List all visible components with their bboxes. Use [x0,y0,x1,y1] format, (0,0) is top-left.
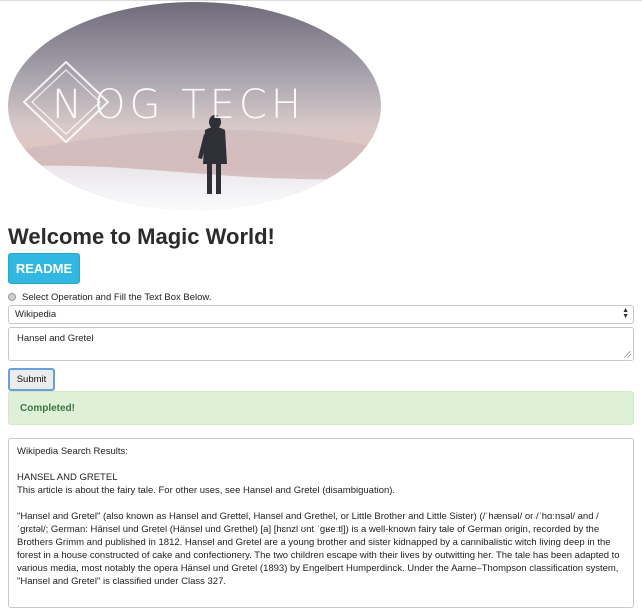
article-title: HANSEL AND GRETEL [17,472,118,483]
radio-icon[interactable] [8,293,16,301]
top-border [0,0,642,1]
brand-letter: N [52,82,82,128]
brand-wordmark: OG TECH [94,82,305,128]
status-alert: Completed! [8,391,634,425]
operation-select-value: Wikipedia [15,309,57,320]
results-panel[interactable]: Wikipedia Search Results: HANSEL AND GRE… [8,438,634,608]
query-value: Hansel and Gretel [17,333,94,344]
article-paragraph: "Hansel and Gretel" (also known as Hanse… [17,511,620,587]
operation-instruction: Select Operation and Fill the Text Box B… [22,291,212,303]
brand-rest: OG TECH [94,82,305,128]
article-hatnote: This article is about the fairy tale. Fo… [17,485,396,496]
results-heading: Wikipedia Search Results: [17,446,128,457]
operation-select[interactable]: Wikipedia ▲ ▼ [8,305,634,324]
submit-button[interactable]: Submit [8,368,55,391]
query-textarea[interactable]: Hansel and Gretel [8,327,634,361]
page-title: Welcome to Magic World! [8,224,275,249]
status-message: Completed! [20,402,75,414]
select-updown-icon: ▲ ▼ [622,307,629,320]
resize-grip-icon[interactable] [624,351,631,358]
readme-button[interactable]: README [8,253,80,284]
operation-instruction-row: Select Operation and Fill the Text Box B… [8,291,211,303]
banner-logo: OG TECH N [8,2,381,210]
